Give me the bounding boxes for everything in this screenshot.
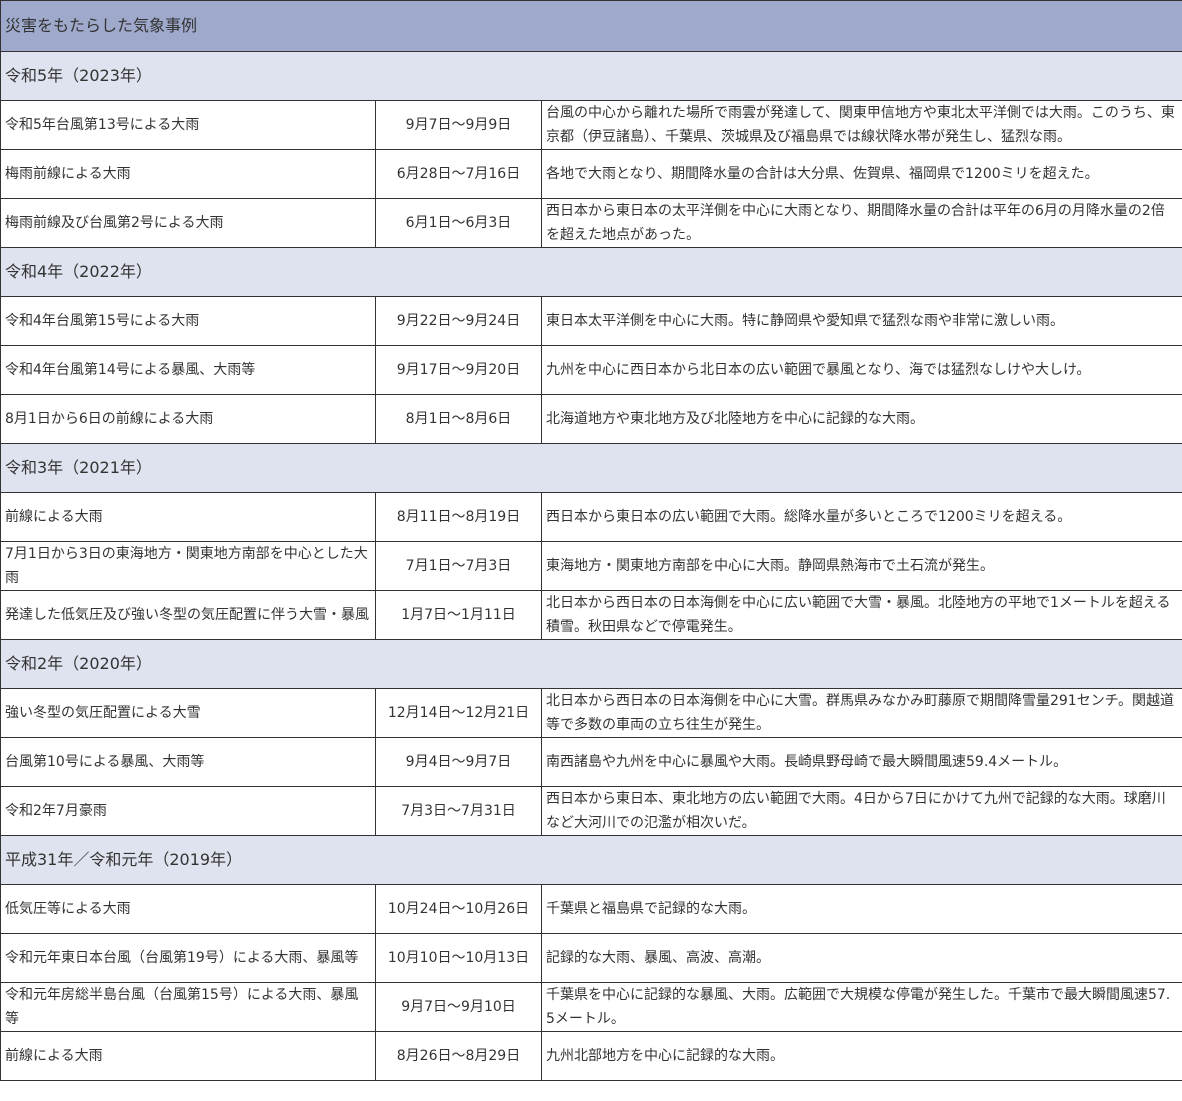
event-period-cell: 8月26日～8月29日 xyxy=(375,1031,542,1081)
event-name-cell: 前線による大雨 xyxy=(0,492,376,542)
table-row: 低気圧等による大雨 10月24日～10月26日 千葉県と福島県で記録的な大雨。 xyxy=(0,884,1182,934)
event-period-cell: 9月7日～9月10日 xyxy=(375,982,542,1032)
table-row: 7月1日から3日の東海地方・関東地方南部を中心とした大雨 7月1日～7月3日 東海地… xyxy=(0,541,1182,591)
table-title: 災害をもたらした気象事例 xyxy=(0,0,1182,52)
event-description-cell: 台風の中心から離れた場所で雨雲が発達して、関東甲信地方や東北太平洋側では大雨。こ… xyxy=(540,100,1182,150)
event-description-cell: 西日本から東日本の広い範囲で大雨。総降水量が多いところで1200ミリを超える。 xyxy=(540,492,1182,542)
event-name-cell: 梅雨前線による大雨 xyxy=(0,149,376,199)
event-period-cell: 7月3日～7月31日 xyxy=(375,786,542,836)
year-header-row: 令和5年（2023年） xyxy=(0,51,1182,101)
year-header-row: 平成31年／令和元年（2019年） xyxy=(0,835,1182,885)
event-period-cell: 9月17日～9月20日 xyxy=(375,345,542,395)
page: 災害をもたらした気象事例 令和5年（2023年） 令和5年台風第13号による大雨 9… xyxy=(0,0,1182,1081)
event-description-cell: 西日本から東日本の太平洋側を中心に大雨となり、期間降水量の合計は平年の6月の月降… xyxy=(540,198,1182,248)
event-period-cell: 9月4日～9月7日 xyxy=(375,737,542,787)
event-description-cell: 東海地方・関東地方南部を中心に大雨。静岡県熱海市で土石流が発生。 xyxy=(540,541,1182,591)
event-description-cell: 九州北部地方を中心に記録的な大雨。 xyxy=(540,1031,1182,1081)
year-header: 令和5年（2023年） xyxy=(0,51,1182,101)
table-row: 8月1日から6日の前線による大雨 8月1日～8月6日 北海道地方や東北地方及び北陸地… xyxy=(0,394,1182,444)
event-period-cell: 10月10日～10月13日 xyxy=(375,933,542,983)
event-period-cell: 1月7日～1月11日 xyxy=(375,590,542,640)
event-name-cell: 令和4年台風第14号による暴風、大雨等 xyxy=(0,345,376,395)
event-period-cell: 8月11日～8月19日 xyxy=(375,492,542,542)
event-description-cell: 千葉県と福島県で記録的な大雨。 xyxy=(540,884,1182,934)
table-row: 令和4年台風第14号による暴風、大雨等 9月17日～9月20日 九州を中心に西日本か… xyxy=(0,345,1182,395)
event-name-cell: 令和元年東日本台風（台風第19号）による大雨、暴風等 xyxy=(0,933,376,983)
table-row: 令和2年7月豪雨 7月3日～7月31日 西日本から東日本、東北地方の広い範囲で大雨。… xyxy=(0,786,1182,836)
year-header: 令和3年（2021年） xyxy=(0,443,1182,493)
event-name-cell: 令和4年台風第15号による大雨 xyxy=(0,296,376,346)
year-header-row: 令和3年（2021年） xyxy=(0,443,1182,493)
table-row: 台風第10号による暴風、大雨等 9月4日～9月7日 南西諸島や九州を中心に暴風や大雨… xyxy=(0,737,1182,787)
event-name-cell: 令和2年7月豪雨 xyxy=(0,786,376,836)
event-description-cell: 東日本太平洋側を中心に大雨。特に静岡県や愛知県で猛烈な雨や非常に激しい雨。 xyxy=(540,296,1182,346)
table-row: 発達した低気圧及び強い冬型の気圧配置に伴う大雪・暴風 1月7日～1月11日 北日本か… xyxy=(0,590,1182,640)
event-period-cell: 12月14日～12月21日 xyxy=(375,688,542,738)
event-name-cell: 台風第10号による暴風、大雨等 xyxy=(0,737,376,787)
table-row: 梅雨前線による大雨 6月28日～7月16日 各地で大雨となり、期間降水量の合計は大分… xyxy=(0,149,1182,199)
event-description-cell: 北日本から西日本の日本海側を中心に大雪。群馬県みなかみ町藤原で期間降雪量291セ… xyxy=(540,688,1182,738)
table-title-row: 災害をもたらした気象事例 xyxy=(0,0,1182,52)
year-header-row: 令和2年（2020年） xyxy=(0,639,1182,689)
year-header: 平成31年／令和元年（2019年） xyxy=(0,835,1182,885)
event-name-cell: 強い冬型の気圧配置による大雪 xyxy=(0,688,376,738)
table-row: 梅雨前線及び台風第2号による大雨 6月1日～6月3日 西日本から東日本の太平洋側を中… xyxy=(0,198,1182,248)
event-period-cell: 6月1日～6月3日 xyxy=(375,198,542,248)
year-header: 令和4年（2022年） xyxy=(0,247,1182,297)
event-name-cell: 低気圧等による大雨 xyxy=(0,884,376,934)
year-header-row: 令和4年（2022年） xyxy=(0,247,1182,297)
event-description-cell: 千葉県を中心に記録的な暴風、大雨。広範囲で大規模な停電が発生した。千葉市で最大瞬… xyxy=(540,982,1182,1032)
event-period-cell: 7月1日～7月3日 xyxy=(375,541,542,591)
event-description-cell: 西日本から東日本、東北地方の広い範囲で大雨。4日から7日にかけて九州で記録的な大… xyxy=(540,786,1182,836)
event-name-cell: 8月1日から6日の前線による大雨 xyxy=(0,394,376,444)
event-description-cell: 各地で大雨となり、期間降水量の合計は大分県、佐賀県、福岡県で1200ミリを超えた… xyxy=(540,149,1182,199)
table-row: 強い冬型の気圧配置による大雪 12月14日～12月21日 北日本から西日本の日本海側… xyxy=(0,688,1182,738)
table-row: 令和元年房総半島台風（台風第15号）による大雨、暴風等 9月7日～9月10日 千葉県… xyxy=(0,982,1182,1032)
event-description-cell: 北海道地方や東北地方及び北陸地方を中心に記録的な大雨。 xyxy=(540,394,1182,444)
table-row: 令和4年台風第15号による大雨 9月22日～9月24日 東日本太平洋側を中心に大雨。… xyxy=(0,296,1182,346)
event-name-cell: 梅雨前線及び台風第2号による大雨 xyxy=(0,198,376,248)
disaster-events-table: 災害をもたらした気象事例 令和5年（2023年） 令和5年台風第13号による大雨 9… xyxy=(0,0,1182,1081)
table-row: 前線による大雨 8月26日～8月29日 九州北部地方を中心に記録的な大雨。 xyxy=(0,1031,1182,1081)
event-name-cell: 発達した低気圧及び強い冬型の気圧配置に伴う大雪・暴風 xyxy=(0,590,376,640)
event-period-cell: 6月28日～7月16日 xyxy=(375,149,542,199)
table-body: 令和5年（2023年） 令和5年台風第13号による大雨 9月7日～9月9日 台風の中心… xyxy=(0,51,1182,1081)
event-name-cell: 前線による大雨 xyxy=(0,1031,376,1081)
event-name-cell: 令和5年台風第13号による大雨 xyxy=(0,100,376,150)
table-row: 前線による大雨 8月11日～8月19日 西日本から東日本の広い範囲で大雨。総降水量が… xyxy=(0,492,1182,542)
event-description-cell: 南西諸島や九州を中心に暴風や大雨。長崎県野母崎で最大瞬間風速59.4メートル。 xyxy=(540,737,1182,787)
table-row: 令和5年台風第13号による大雨 9月7日～9月9日 台風の中心から離れた場所で雨雲が… xyxy=(0,100,1182,150)
event-period-cell: 10月24日～10月26日 xyxy=(375,884,542,934)
event-description-cell: 九州を中心に西日本から北日本の広い範囲で暴風となり、海では猛烈なしけや大しけ。 xyxy=(540,345,1182,395)
year-header: 令和2年（2020年） xyxy=(0,639,1182,689)
event-name-cell: 7月1日から3日の東海地方・関東地方南部を中心とした大雨 xyxy=(0,541,376,591)
table-row: 令和元年東日本台風（台風第19号）による大雨、暴風等 10月10日～10月13日記… xyxy=(0,933,1182,983)
event-period-cell: 9月22日～9月24日 xyxy=(375,296,542,346)
event-period-cell: 9月7日～9月9日 xyxy=(375,100,542,150)
event-description-cell: 北日本から西日本の日本海側を中心に広い範囲で大雪・暴風。北陸地方の平地で1メート… xyxy=(540,590,1182,640)
event-period-cell: 8月1日～8月6日 xyxy=(375,394,542,444)
event-name-cell: 令和元年房総半島台風（台風第15号）による大雨、暴風等 xyxy=(0,982,376,1032)
event-description-cell: 記録的な大雨、暴風、高波、高潮。 xyxy=(540,933,1182,983)
